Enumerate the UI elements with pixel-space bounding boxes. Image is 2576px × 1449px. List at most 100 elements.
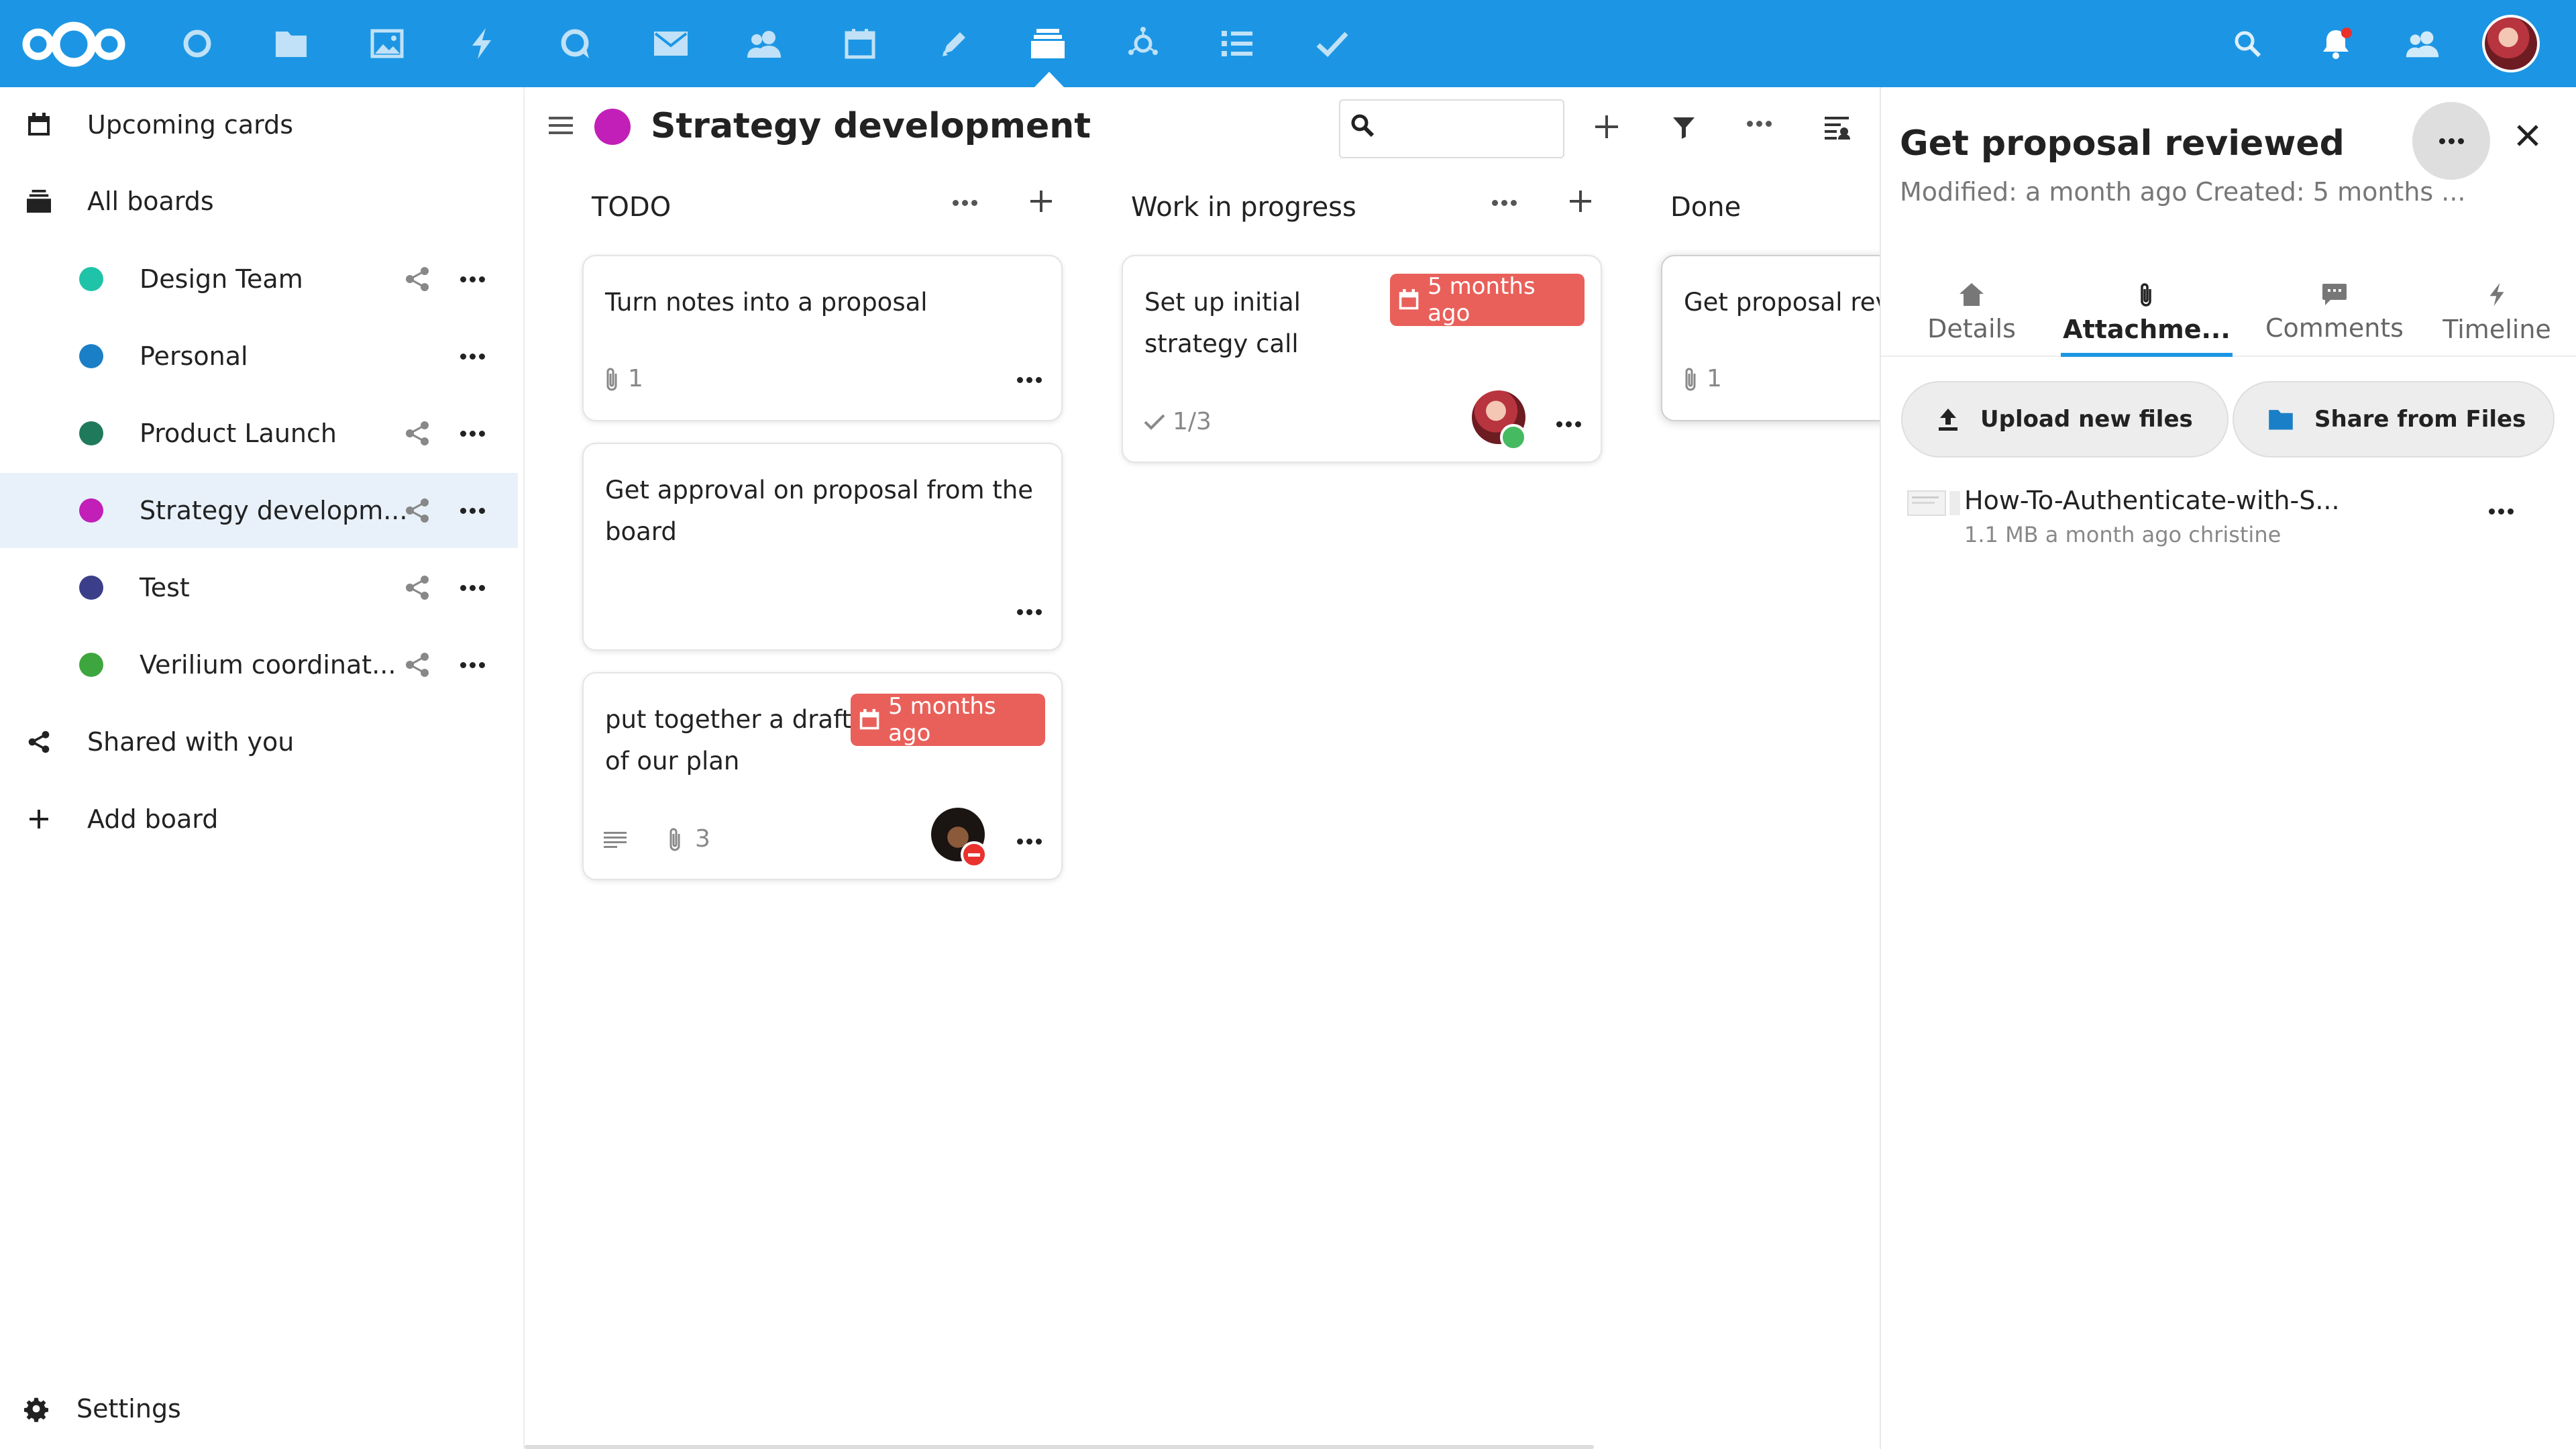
share-from-files-button[interactable]: Share from Files <box>2233 381 2555 458</box>
share-icon[interactable] <box>401 263 433 295</box>
nextcloud-logo[interactable] <box>19 16 129 72</box>
circles-icon[interactable] <box>1122 22 1165 65</box>
more-options-icon[interactable] <box>456 649 488 681</box>
tab-comments[interactable]: Comments <box>2249 270 2420 356</box>
card-title: Set up initial strategy call <box>1144 288 1301 358</box>
board-area: Strategy development TODO Work in progre… <box>525 87 1880 1449</box>
filter-icon[interactable] <box>1672 115 1696 140</box>
card-meta: 3 <box>604 825 710 853</box>
menu-toggle-icon[interactable] <box>549 115 573 136</box>
attachment-more-icon[interactable] <box>2489 508 2514 515</box>
card-turn-notes[interactable]: Turn notes into a proposal 1 <box>582 255 1063 421</box>
board-color-dot <box>79 344 103 368</box>
attachment-filename[interactable]: How-To-Authenticate-with-S... <box>1964 486 2340 515</box>
card-more-icon[interactable] <box>1013 598 1045 625</box>
attachment-count-value: 3 <box>695 825 710 853</box>
card-put-together-draft[interactable]: put together a draft of our plan 5 month… <box>582 672 1063 880</box>
share-icon[interactable] <box>401 417 433 449</box>
contacts-menu-icon[interactable] <box>2402 22 2445 65</box>
close-icon[interactable] <box>2514 122 2541 149</box>
share-icon[interactable] <box>401 494 433 527</box>
sidebar-card-title[interactable]: Get proposal reviewed <box>1900 123 2345 164</box>
more-options-icon[interactable] <box>456 263 488 295</box>
add-card-icon[interactable] <box>1568 189 1593 213</box>
files-icon[interactable] <box>270 22 313 65</box>
tab-details[interactable]: Details <box>1901 270 2042 356</box>
tab-attachments[interactable]: Attachme... <box>2054 270 2239 356</box>
stack-more-icon[interactable] <box>953 200 977 206</box>
contacts-icon[interactable] <box>743 22 786 65</box>
board-label: Verilium coordinat... <box>140 650 396 680</box>
stack-more-icon[interactable] <box>1492 200 1517 206</box>
share-icon[interactable] <box>401 649 433 681</box>
attachment-count-value: 1 <box>628 365 643 392</box>
share-icon[interactable] <box>401 572 433 604</box>
notifications-icon[interactable] <box>2314 22 2357 65</box>
add-stack-icon[interactable] <box>1594 114 1619 140</box>
file-thumbnail-icon <box>1907 490 1963 517</box>
tab-timeline[interactable]: Timeline <box>2431 270 2563 356</box>
board-label: Product Launch <box>140 419 337 448</box>
calendar-icon <box>859 708 879 730</box>
board-color-dot <box>594 109 631 145</box>
nav-shared-with-you[interactable]: Shared with you <box>0 704 518 780</box>
board-color-dot <box>79 576 103 600</box>
card-more-icon[interactable] <box>1013 366 1045 393</box>
comment-icon <box>2322 284 2347 305</box>
photos-icon[interactable] <box>366 22 409 65</box>
search-icon[interactable] <box>2226 22 2269 65</box>
board-item-test[interactable]: Test <box>0 550 518 625</box>
search-icon <box>1350 113 1377 140</box>
stack-title-todo: TODO <box>592 192 672 223</box>
nav-settings[interactable]: Settings <box>0 1375 518 1442</box>
nav-all-boards[interactable]: All boards <box>0 164 518 239</box>
card-title: put together a draft of our plan <box>605 705 851 775</box>
board-item-product-launch[interactable]: Product Launch <box>0 396 518 471</box>
upload-new-files-button[interactable]: Upload new files <box>1901 381 2229 458</box>
nav-upcoming-cards[interactable]: Upcoming cards <box>0 87 518 162</box>
notes-icon[interactable] <box>932 22 975 65</box>
add-card-icon[interactable] <box>1029 189 1053 213</box>
mail-icon[interactable] <box>649 22 692 65</box>
nav-add-board[interactable]: Add board <box>0 782 518 857</box>
due-date-text: 5 months ago <box>1428 273 1536 327</box>
checkmark-icon[interactable] <box>1311 22 1354 65</box>
status-online-icon <box>1500 424 1527 451</box>
board-label: Design Team <box>140 264 303 294</box>
board-details-toggle-icon[interactable] <box>1823 114 1850 141</box>
button-label: Share from Files <box>2314 406 2526 433</box>
nav-label: Upcoming cards <box>87 110 293 140</box>
sidebar-more-button[interactable] <box>2412 102 2490 180</box>
more-options-icon[interactable] <box>456 417 488 449</box>
card-set-up-strategy-call[interactable]: Set up initial strategy call 5 months ag… <box>1122 255 1602 463</box>
board-more-icon[interactable] <box>1747 121 1772 127</box>
deck-icon[interactable] <box>1026 22 1069 65</box>
nav-label: Add board <box>87 804 219 834</box>
board-item-design-team[interactable]: Design Team <box>0 241 518 317</box>
card-get-proposal-reviewed[interactable]: Get proposal revi 1 <box>1661 255 1880 421</box>
card-get-approval[interactable]: Get approval on proposal from the board <box>582 443 1063 651</box>
board-item-verilium[interactable]: Verilium coordinat... <box>0 627 518 702</box>
home-icon <box>1960 283 1984 306</box>
board-label: Personal <box>140 341 248 371</box>
talk-icon[interactable] <box>554 22 597 65</box>
more-options-icon[interactable] <box>456 340 488 372</box>
dashboard-icon[interactable] <box>176 22 219 65</box>
more-options-icon[interactable] <box>456 494 488 527</box>
activity-icon <box>2489 282 2504 307</box>
board-item-strategy-development[interactable]: Strategy developm... <box>0 473 518 548</box>
horizontal-scrollbar[interactable] <box>525 1445 1594 1449</box>
calendar-icon[interactable] <box>839 22 881 65</box>
card-more-icon[interactable] <box>1552 411 1585 437</box>
activity-icon[interactable] <box>460 22 503 65</box>
nav-label: Shared with you <box>87 727 294 757</box>
more-options-icon[interactable] <box>456 572 488 604</box>
tab-label: Attachme... <box>2063 315 2231 344</box>
board-item-personal[interactable]: Personal <box>0 319 518 394</box>
notification-dot <box>2341 28 2352 38</box>
stack-title-work-in-progress: Work in progress <box>1131 192 1356 223</box>
board-search-input[interactable] <box>1339 99 1564 158</box>
user-avatar[interactable] <box>2482 15 2540 72</box>
card-more-icon[interactable] <box>1013 828 1045 855</box>
tasks-icon[interactable] <box>1216 22 1258 65</box>
